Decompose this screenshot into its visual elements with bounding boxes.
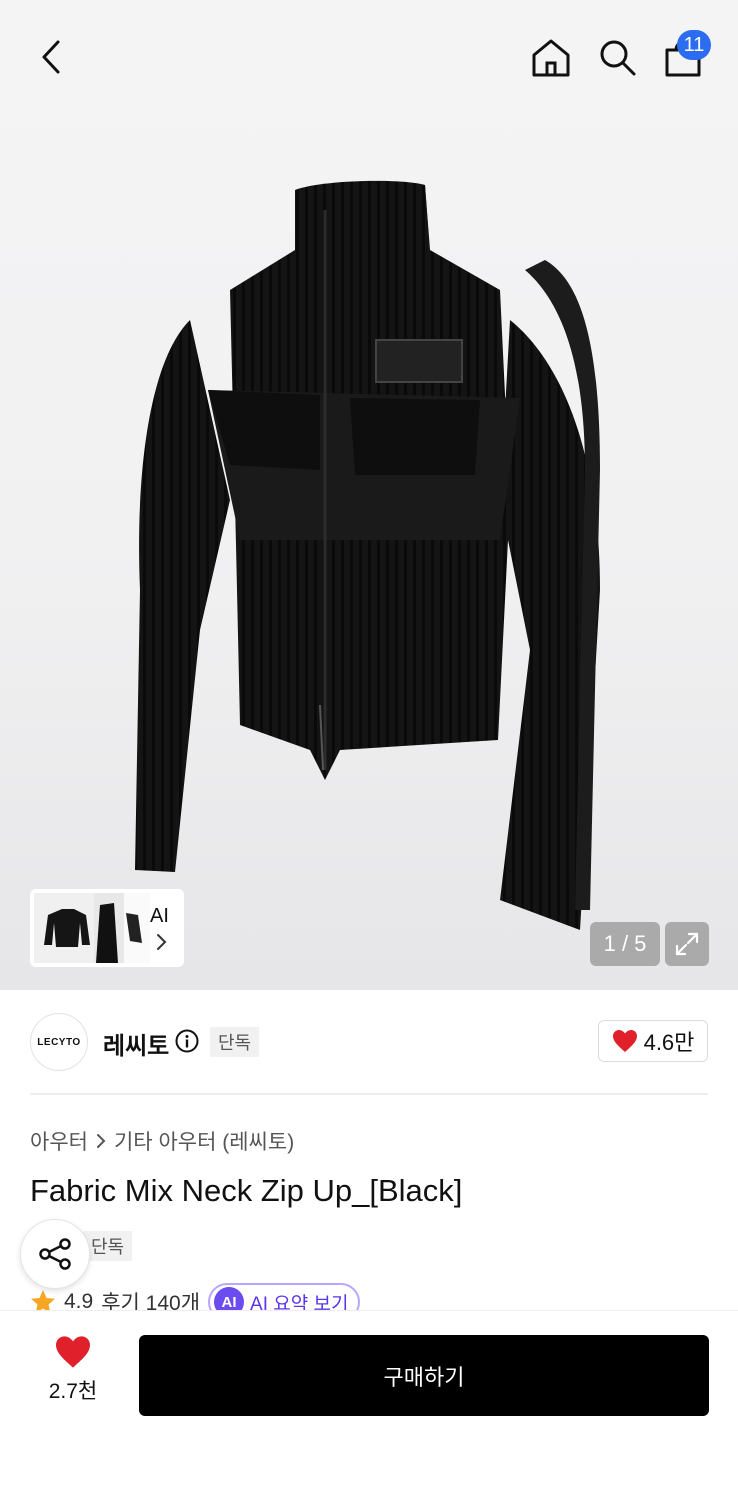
search-button[interactable]	[592, 32, 642, 82]
buy-button[interactable]: 구매하기	[139, 1335, 709, 1416]
info-icon[interactable]	[175, 1029, 199, 1053]
wishlist-button[interactable]: 2.7천	[30, 1335, 116, 1405]
search-icon	[600, 40, 636, 76]
home-button[interactable]	[526, 32, 576, 82]
expand-icon	[675, 932, 699, 956]
brand-like-count: 4.6만	[643, 1030, 695, 1055]
share-icon	[39, 1238, 71, 1270]
home-icon	[532, 39, 570, 77]
ai-thumbnail-label[interactable]: AI	[150, 905, 169, 928]
expand-button[interactable]	[665, 922, 709, 966]
product-exclusive-tag: 단독	[83, 1231, 133, 1261]
product-image[interactable]	[80, 170, 660, 950]
share-button[interactable]	[20, 1219, 90, 1289]
chevron-right-icon[interactable]	[152, 932, 170, 952]
divider	[30, 1093, 708, 1095]
cart-count-badge: 11	[677, 30, 711, 60]
brand-logo[interactable]: LECYTO	[30, 1013, 88, 1071]
wishlist-count: 2.7천	[48, 1380, 98, 1403]
breadcrumb-subcategory[interactable]: 기타 아우터 (레씨토)	[114, 1126, 294, 1156]
chevron-left-icon	[42, 40, 60, 74]
thumbnail-image[interactable]	[34, 893, 150, 963]
breadcrumb: 아우터 기타 아우터 (레씨토)	[30, 1126, 294, 1156]
product-title: Fabric Mix Neck Zip Up_[Black]	[30, 1173, 463, 1208]
breadcrumb-category[interactable]: 아우터	[30, 1126, 88, 1156]
image-counter: 1 / 5	[590, 922, 660, 966]
chevron-right-icon	[96, 1134, 106, 1148]
brand-like-button[interactable]: 4.6만	[598, 1020, 708, 1062]
heart-icon	[56, 1336, 90, 1368]
heart-icon	[612, 1030, 637, 1052]
back-button[interactable]	[28, 34, 74, 80]
bottom-action-bar: 2.7천 구매하기	[0, 1310, 738, 1500]
brand-name[interactable]: 레씨토	[103, 1026, 169, 1061]
exclusive-tag: 단독	[210, 1027, 260, 1057]
product-gallery[interactable]: 11 AI 1 / 5	[0, 0, 738, 990]
thumbnail-strip[interactable]	[30, 889, 184, 967]
